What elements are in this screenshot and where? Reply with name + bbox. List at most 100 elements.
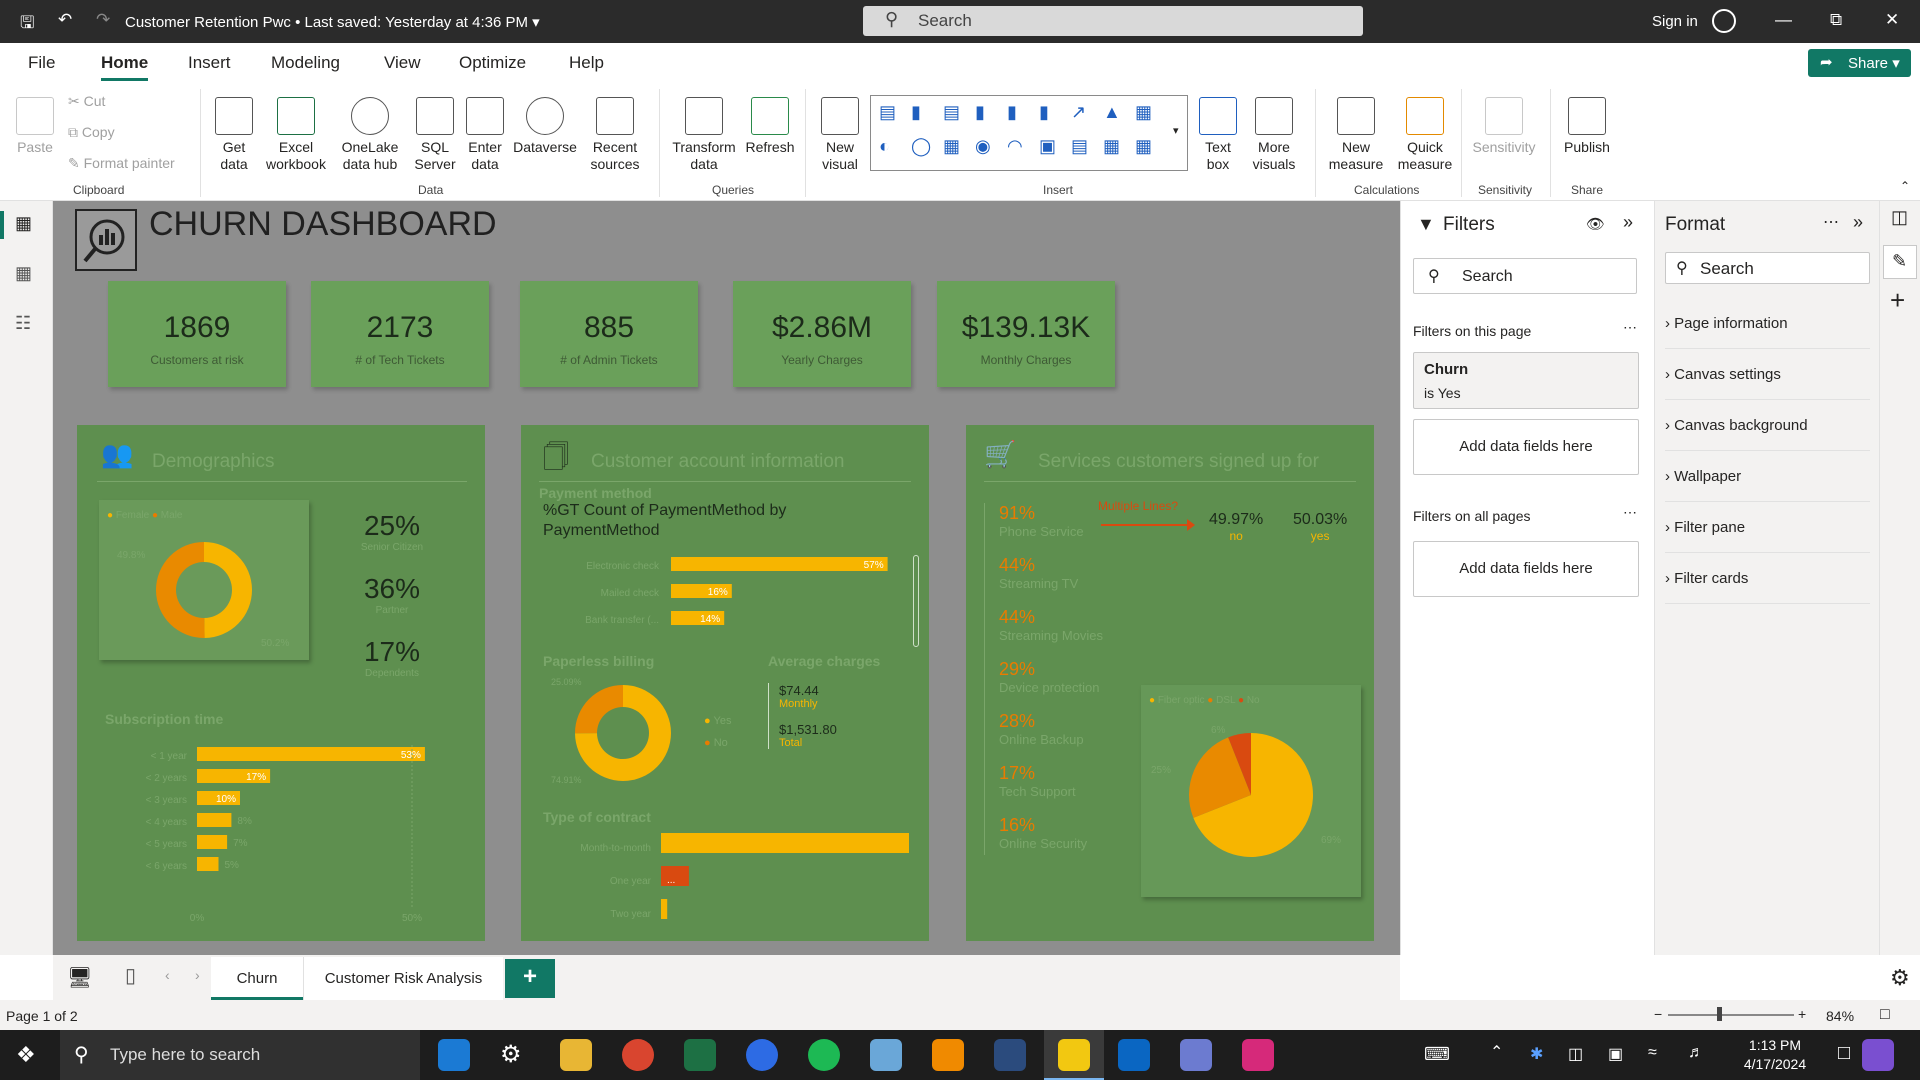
add-data-fields-all[interactable]: Add data fields here [1413,541,1639,597]
chevron-up-icon[interactable]: ⌃ [1490,1042,1503,1062]
payment-chart[interactable]: Electronic check 57% Mailed check 16% Bank t… [539,557,899,637]
quick-measure-button[interactable]: Quick measure [1394,97,1456,173]
menu-help[interactable]: Help [569,53,604,73]
menu-file[interactable]: File [28,53,55,73]
redo-icon[interactable]: ↷ [96,10,110,30]
vlc-icon[interactable] [932,1039,964,1071]
dataverse-button[interactable]: Dataverse [510,97,580,156]
bar[interactable] [671,557,888,571]
mobile-layout-icon[interactable]: ▯ [125,963,136,988]
visual-type-icon[interactable]: ▲ [1103,102,1121,123]
format-pane-toggle[interactable]: ✎ [1883,245,1917,279]
save-icon[interactable]: 🖫 [20,10,34,39]
file-explorer-icon[interactable] [560,1039,592,1071]
bar[interactable] [197,813,232,827]
format-painter-button[interactable]: ✎ Format painter [68,155,175,172]
report-view-icon[interactable]: ▦ [15,213,32,234]
paperless-donut[interactable] [573,683,673,783]
enter-data-button[interactable]: Enter data [462,97,508,173]
kpi-card[interactable]: $139.13K Monthly Charges [937,281,1115,387]
table-view-icon[interactable]: ▦ [15,263,32,284]
menu-optimize[interactable]: Optimize [459,53,526,73]
powerbi-taskbar-button[interactable] [1044,1030,1104,1080]
new-visual-button[interactable]: New visual [814,97,866,173]
internet-service-pie-visual[interactable]: ● Fiber optic ● DSL ● No 6% 25% 69% [1141,685,1361,897]
global-search-input[interactable]: ⚲ Search [863,6,1363,36]
average-charges-card[interactable]: $74.44 Monthly $1,531.80 Total [768,683,888,749]
publish-button[interactable]: Publish [1560,97,1614,156]
subscription-chart[interactable]: < 1 year 53% < 2 years 17% < 3 years 10% < 4 y… [97,745,467,925]
more-options-icon[interactable]: ⋯ [1623,504,1637,521]
zoom-slider-thumb[interactable] [1717,1007,1722,1021]
transform-data-button[interactable]: Transform data [668,97,740,173]
collapse-pane-icon[interactable]: » [1623,212,1633,233]
excel-app-icon[interactable] [684,1039,716,1071]
visual-type-icon[interactable]: ▦ [943,136,960,157]
donut-slice[interactable] [204,542,253,638]
add-pane-icon[interactable]: + [1890,285,1905,316]
account-icon[interactable] [1712,9,1736,33]
undo-icon[interactable]: ↶ [58,10,72,30]
copilot-icon[interactable] [1862,1039,1894,1071]
recent-sources-button[interactable]: Recent sources [584,97,646,173]
wifi-icon[interactable]: ≈ [1648,1044,1657,1062]
visual-type-icon[interactable]: ◯ [911,136,931,157]
scrollbar[interactable] [913,555,919,647]
settings-icon[interactable]: ⚙ [500,1040,522,1069]
new-measure-button[interactable]: New measure [1322,97,1390,173]
taskbar-search-input[interactable]: ⚲ Type here to search [60,1030,420,1080]
desktop-layout-icon[interactable]: 🖥 [67,965,92,990]
eye-icon[interactable]: 👁 [1586,215,1605,233]
format-search-input[interactable]: ⚲ Search [1665,252,1870,284]
restore-icon[interactable]: ⧉ [1830,10,1842,30]
visual-type-icon[interactable]: ◠ [1007,136,1023,157]
fit-to-page-icon[interactable]: □ [1880,1006,1890,1024]
spotify-icon[interactable] [808,1039,840,1071]
more-options-icon[interactable]: ⋯ [1623,319,1637,336]
text-box-button[interactable]: Text box [1194,97,1242,173]
visual-type-icon[interactable]: ◉ [975,136,991,157]
windows-start-icon[interactable]: ❖ [16,1042,36,1068]
report-canvas[interactable]: CHURN DASHBOARD 1869 Customers at risk 21… [53,201,1400,955]
visual-type-icon[interactable]: ▮ [911,102,921,123]
format-canvas-settings[interactable]: › Canvas settings [1665,350,1870,400]
kpi-card[interactable]: 2173 # of Tech Tickets [311,281,489,387]
visual-type-icon[interactable]: ▦ [1103,136,1120,157]
battery-icon[interactable]: ◫ [1568,1044,1583,1064]
edge-icon[interactable] [438,1039,470,1071]
scroll-left-icon[interactable]: ‹ [165,967,170,983]
visual-type-icon[interactable]: ◐ [879,136,890,157]
format-filter-pane[interactable]: › Filter pane [1665,503,1870,553]
minimize-icon[interactable]: — [1775,10,1792,30]
more-options-icon[interactable]: ⋯ [1823,212,1839,232]
data-pane-icon[interactable]: ◫ [1891,207,1908,228]
close-icon[interactable]: ✕ [1885,10,1899,30]
add-data-fields-page[interactable]: Add data fields here [1413,419,1639,475]
more-visuals-button[interactable]: More visuals [1246,97,1302,173]
sensitivity-button[interactable]: Sensitivity [1464,97,1544,156]
visual-type-icon[interactable]: ▦ [1135,102,1152,123]
notes-icon[interactable] [870,1039,902,1071]
camera-icon[interactable]: ▣ [1608,1044,1623,1064]
chrome-icon[interactable] [622,1039,654,1071]
collapse-ribbon-icon[interactable]: ⌃ [1900,179,1910,193]
kpi-card[interactable]: $2.86M Yearly Charges [733,281,911,387]
visual-type-icon[interactable]: ↗ [1071,102,1086,123]
menu-modeling[interactable]: Modeling [271,53,340,73]
scroll-right-icon[interactable]: › [195,967,200,983]
format-page-information[interactable]: › Page information [1665,299,1870,349]
gender-donut-visual[interactable]: ● Female ● Male 49.8% 50.2% [99,500,309,660]
add-page-button[interactable]: + [505,959,555,998]
onelake-button[interactable]: OneLake data hub [334,97,406,173]
refresh-button[interactable]: Refresh [742,97,798,156]
visual-gallery[interactable]: ▤ ▮ ▤ ▮ ▮ ▮ ↗ ▲ ▦ ◐ ◯ ▦ ◉ ◠ ▣ ▤ ▦ ▦ ▾ [870,95,1188,171]
visual-type-icon[interactable]: ▤ [1071,136,1088,157]
filters-search-input[interactable]: ⚲ Search [1413,258,1637,294]
churn-filter-card[interactable]: Churn is Yes [1413,352,1639,409]
snipping-tool-icon[interactable] [1180,1039,1212,1071]
gallery-expand-icon[interactable]: ▾ [1173,124,1179,137]
bar[interactable] [197,835,228,849]
notifications-icon[interactable]: □ [1838,1042,1850,1065]
keyboard-icon[interactable]: ⌨ [1424,1044,1450,1065]
bluetooth-icon[interactable]: ✱ [1530,1044,1543,1064]
